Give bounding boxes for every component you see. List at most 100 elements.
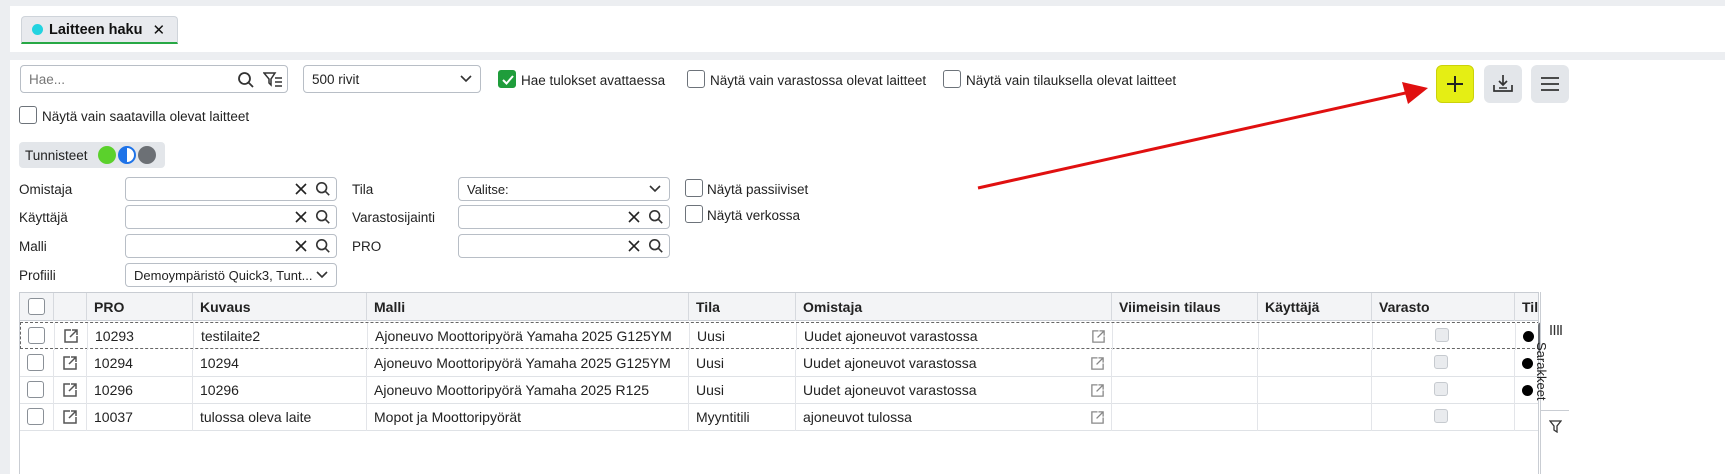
search-icon[interactable]: [648, 238, 664, 254]
cell-kayttaja: [1258, 350, 1372, 377]
rows-select[interactable]: 500 rivit: [303, 65, 481, 93]
row-checkbox[interactable]: [27, 381, 44, 398]
chevron-down-icon: [316, 271, 328, 279]
add-button[interactable]: [1436, 65, 1474, 103]
external-link-icon[interactable]: [1090, 383, 1105, 398]
external-link-icon[interactable]: [1090, 356, 1105, 371]
show-passive-checkbox[interactable]: [685, 179, 703, 197]
table-row[interactable]: 10296 10296 Ajoneuvo Moottoripyörä Yamah…: [20, 377, 1538, 404]
cell-malli: Ajoneuvo Moottoripyörä Yamaha 2025 G125Y…: [368, 323, 690, 350]
show-network-checkbox[interactable]: [685, 205, 703, 223]
table-row[interactable]: 10294 10294 Ajoneuvo Moottoripyörä Yamah…: [20, 350, 1538, 377]
clear-icon[interactable]: [294, 239, 308, 253]
header-viimeisin-tilaus[interactable]: Viimeisin tilaus: [1112, 293, 1258, 321]
tags-filter[interactable]: Tunnisteet: [19, 142, 165, 168]
location-input[interactable]: [458, 205, 670, 229]
header-kuvaus[interactable]: Kuvaus: [193, 293, 367, 321]
row-select-cell: [21, 323, 55, 350]
chevron-down-icon: [460, 75, 472, 83]
header-tila-2[interactable]: Tila: [1515, 293, 1538, 321]
table-row[interactable]: 10037 tulossa oleva laite Mopot ja Moott…: [20, 404, 1538, 431]
row-checkbox[interactable]: [27, 408, 44, 425]
open-row-icon[interactable]: [54, 404, 87, 431]
tab-status-dot: [32, 24, 43, 35]
available-only-label: Näytä vain saatavilla olevat laitteet: [42, 109, 250, 124]
export-button[interactable]: [1484, 65, 1522, 103]
owner-input[interactable]: [125, 177, 337, 201]
location-label: Varastosijainti: [352, 210, 436, 225]
table-row[interactable]: 10293 testilaite2 Ajoneuvo Moottoripyörä…: [20, 322, 1538, 350]
tag-grey-icon[interactable]: [137, 146, 156, 164]
menu-icon: [1541, 77, 1559, 91]
in-stock-only-label: Näytä vain varastossa olevat laitteet: [710, 73, 927, 88]
search-icon[interactable]: [648, 209, 664, 225]
user-input[interactable]: [125, 205, 337, 229]
header-omistaja[interactable]: Omistaja: [796, 293, 1112, 321]
open-row-icon[interactable]: [54, 350, 87, 377]
cell-malli: Mopot ja Moottoripyörät: [367, 404, 689, 431]
clear-icon[interactable]: [294, 210, 308, 224]
cell-viimeisin: [1112, 377, 1258, 404]
pro-input[interactable]: [458, 234, 670, 258]
open-row-icon[interactable]: [54, 377, 87, 404]
clear-icon[interactable]: [294, 182, 308, 196]
cell-tila-2: [1515, 404, 1538, 431]
cell-kayttaja: [1258, 377, 1372, 404]
stock-checkbox: [1435, 328, 1449, 342]
in-stock-only-checkbox[interactable]: [687, 70, 705, 88]
header-tila[interactable]: Tila: [689, 293, 796, 321]
external-link-icon[interactable]: [1091, 329, 1106, 344]
model-input[interactable]: [125, 234, 337, 258]
download-icon: [1493, 75, 1513, 92]
row-checkbox[interactable]: [28, 327, 45, 344]
filter-icon[interactable]: [1549, 420, 1562, 433]
cell-tila: Myyntitili: [689, 404, 796, 431]
profile-select-value: Demoympäristö Quick3, Tunt...: [134, 267, 313, 283]
row-checkbox[interactable]: [27, 354, 44, 371]
header-kayttaja[interactable]: Käyttäjä: [1258, 293, 1372, 321]
header-malli[interactable]: Malli: [367, 293, 689, 321]
cell-kayttaja: [1259, 323, 1373, 350]
tab-laitteen-haku[interactable]: Laitteen haku ✕: [21, 16, 179, 44]
clear-icon[interactable]: [627, 239, 641, 253]
open-row-icon[interactable]: [55, 323, 88, 350]
cell-kayttaja: [1258, 404, 1372, 431]
close-icon[interactable]: ✕: [152, 21, 165, 39]
search-icon[interactable]: [315, 181, 331, 197]
cell-pro: 10293: [88, 323, 194, 350]
available-only-checkbox[interactable]: [19, 106, 37, 124]
select-all-checkbox[interactable]: [28, 298, 45, 315]
search-input[interactable]: [27, 69, 227, 89]
cell-kuvaus: 10296: [193, 377, 367, 404]
cell-tila: Uusi: [690, 323, 797, 350]
columns-icon[interactable]: [1550, 324, 1562, 336]
select-all-cell: [20, 293, 54, 321]
clear-icon[interactable]: [627, 210, 641, 224]
filter-settings-icon[interactable]: [262, 69, 284, 91]
cell-malli: Ajoneuvo Moottoripyörä Yamaha 2025 R125: [367, 377, 689, 404]
on-order-only-checkbox[interactable]: [943, 70, 961, 88]
fetch-on-open-checkbox[interactable]: [498, 70, 516, 88]
menu-button[interactable]: [1531, 65, 1569, 103]
external-link-icon[interactable]: [1090, 410, 1105, 425]
search-icon[interactable]: [235, 69, 257, 91]
header-varasto[interactable]: Varasto: [1372, 293, 1515, 321]
owner-text: Uudet ajoneuvot varastossa: [803, 382, 977, 398]
profile-select[interactable]: Demoympäristö Quick3, Tunt...: [125, 263, 337, 287]
header-pro[interactable]: PRO: [87, 293, 193, 321]
fetch-on-open-label: Hae tulokset avattaessa: [521, 73, 666, 88]
tag-green-icon[interactable]: [97, 146, 116, 164]
status-select[interactable]: Valitse:: [458, 177, 670, 201]
show-network-label: Näytä verkossa: [707, 208, 801, 223]
columns-panel-label[interactable]: Sarakkeet: [1534, 342, 1549, 401]
search-icon[interactable]: [315, 209, 331, 225]
tag-half-icon[interactable]: [117, 146, 136, 164]
status-label: Tila: [352, 182, 374, 197]
search-field[interactable]: [20, 65, 288, 93]
status-dot-icon: [1523, 331, 1534, 342]
cell-pro: 10296: [87, 377, 193, 404]
cell-pro: 10037: [87, 404, 193, 431]
owner-text: Uudet ajoneuvot varastossa: [803, 355, 977, 371]
row-select-cell: [20, 404, 54, 431]
search-icon[interactable]: [315, 238, 331, 254]
